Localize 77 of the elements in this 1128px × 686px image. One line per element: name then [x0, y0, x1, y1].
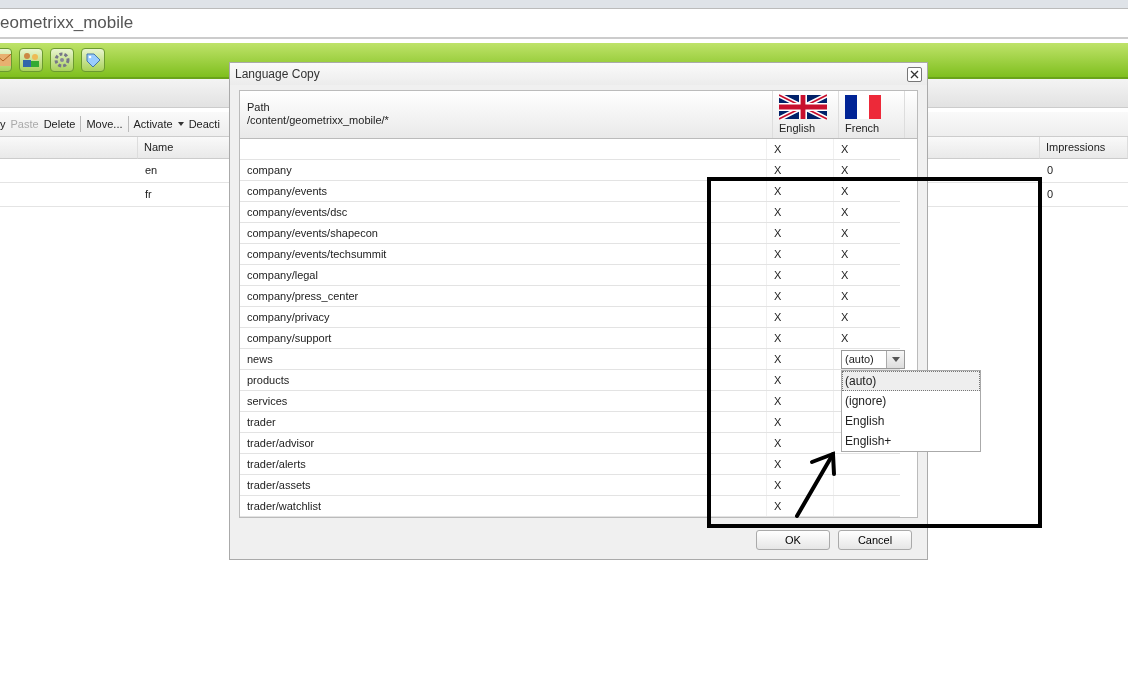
caret-icon[interactable] — [891, 356, 900, 362]
dropdown-option[interactable]: (auto) — [842, 371, 980, 391]
address-bar[interactable]: eometrixx_mobile — [0, 9, 1128, 39]
table-cell: X — [774, 227, 782, 239]
table-cell: fr — [145, 188, 152, 200]
table-cell: X — [774, 143, 782, 155]
cancel-button[interactable]: Cancel — [838, 530, 912, 550]
table-cell: company/privacy — [247, 311, 330, 323]
users-icon[interactable] — [19, 48, 43, 72]
table-cell: X — [841, 332, 849, 344]
table-cell: news — [247, 353, 273, 365]
table-cell: X — [774, 416, 782, 428]
column-header: French — [845, 122, 881, 134]
dialog-title: Language Copy — [235, 67, 320, 81]
column-header: Path — [247, 101, 271, 114]
gear-icon[interactable] — [50, 48, 74, 72]
table-cell: X — [841, 227, 849, 239]
dropdown-option[interactable]: English — [842, 411, 980, 431]
path-text: /content/geometrixx_mobile/* — [247, 114, 390, 127]
table-cell: X — [841, 206, 849, 218]
table-cell: X — [774, 290, 782, 302]
table-cell: company/events — [247, 185, 328, 197]
table-cell: X — [774, 374, 782, 386]
table-cell: X — [774, 248, 782, 260]
table-cell: company/support — [247, 332, 332, 344]
caret-icon[interactable] — [177, 122, 184, 126]
table-cell: company/events/shapecon — [247, 227, 378, 239]
ok-button[interactable]: OK — [756, 530, 830, 550]
dropdown-option[interactable]: English+ — [842, 431, 980, 451]
table-cell: X — [774, 500, 782, 512]
table-cell: X — [841, 290, 849, 302]
table-cell: X — [774, 458, 782, 470]
table-cell: X — [774, 269, 782, 281]
table-cell: company/press_center — [247, 290, 359, 302]
table-cell: services — [247, 395, 288, 407]
toolbar-action[interactable]: Delete — [43, 118, 76, 130]
table-cell: company — [247, 164, 292, 176]
language-dropdown[interactable]: (auto) — [841, 349, 905, 369]
table-cell: trader/assets — [247, 479, 311, 491]
table-cell: trader/watchlist — [247, 500, 321, 512]
toolbar-action[interactable]: y — [0, 118, 6, 130]
table-cell: company/legal — [247, 269, 318, 281]
column-header: English — [779, 122, 817, 134]
toolbar-action[interactable]: Move... — [86, 118, 123, 130]
table-cell: X — [774, 479, 782, 491]
table-cell: X — [841, 311, 849, 323]
table-cell: X — [774, 185, 782, 197]
table-cell: trader/advisor — [247, 437, 315, 449]
table-cell: company/events/techsummit — [247, 248, 387, 260]
table-cell: en — [145, 164, 158, 176]
table-cell: X — [774, 311, 782, 323]
table-cell: 0 — [1047, 164, 1054, 176]
tag-icon[interactable] — [81, 48, 105, 72]
table-cell: X — [774, 206, 782, 218]
table-cell: X — [841, 143, 849, 155]
france-flag-icon — [845, 94, 881, 120]
annotation-arrow — [795, 451, 836, 518]
table-cell: company/events/dsc — [247, 206, 348, 218]
table-cell: X — [774, 395, 782, 407]
toolbar-action[interactable]: Activate — [133, 118, 184, 130]
table-cell: X — [841, 248, 849, 260]
table-cell: X — [774, 164, 782, 176]
table-cell: trader — [247, 416, 276, 428]
close-button[interactable] — [907, 66, 922, 82]
table-cell: X — [841, 185, 849, 197]
table-cell: X — [774, 437, 782, 449]
column-header[interactable]: Impressions — [1040, 137, 1128, 159]
table-cell: trader/alerts — [247, 458, 306, 470]
table-cell: X — [774, 332, 782, 344]
table-cell: X — [841, 269, 849, 281]
table-cell: products — [247, 374, 290, 386]
table-cell: X — [841, 164, 849, 176]
table-cell: 0 — [1047, 188, 1054, 200]
toolbar-action[interactable]: Deacti — [188, 118, 220, 130]
table-cell: X — [774, 353, 782, 365]
uk-flag-icon — [779, 94, 827, 120]
dropdown-option[interactable]: (ignore) — [842, 391, 980, 411]
